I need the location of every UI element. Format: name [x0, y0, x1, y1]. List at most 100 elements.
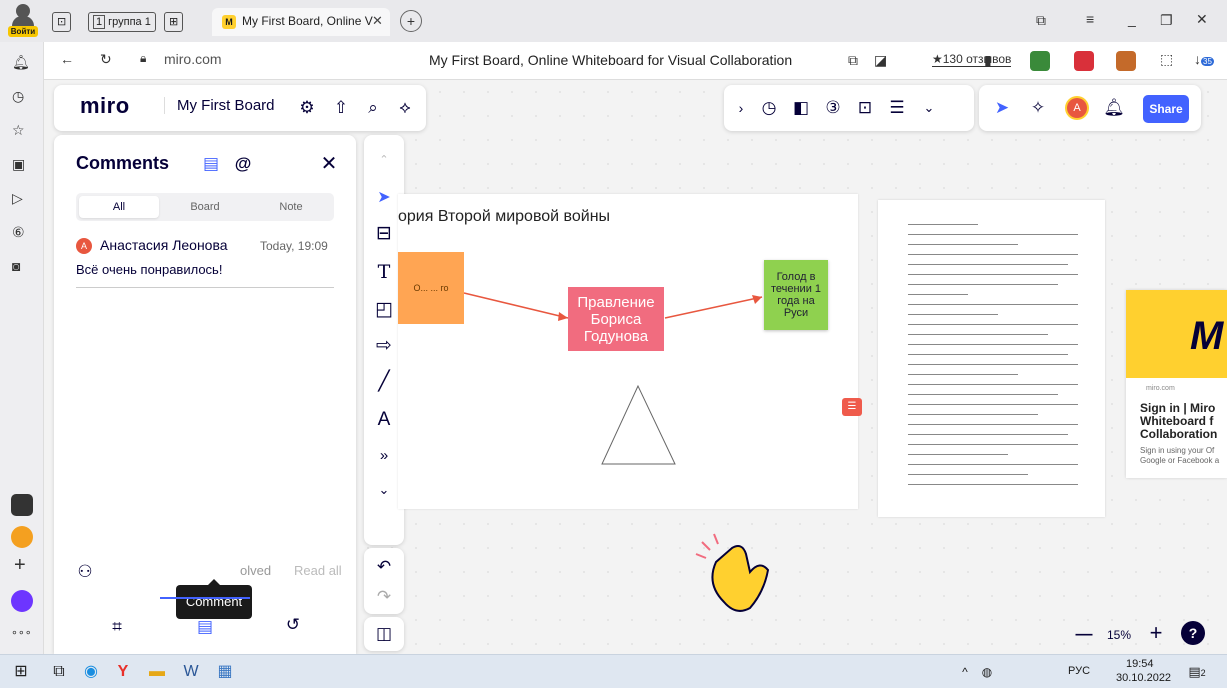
redo-icon[interactable]: ↷	[373, 586, 395, 608]
filter-tab-board[interactable]: Board	[165, 196, 245, 218]
comment-text[interactable]: Всё очень понравилось!	[76, 262, 222, 277]
alice-icon[interactable]	[11, 590, 33, 612]
search-icon[interactable]: ⌕	[362, 97, 384, 119]
bell-icon[interactable]: 🔔︎	[12, 54, 30, 71]
screenshot-icon[interactable]: ◙	[12, 258, 20, 274]
reactions-icon[interactable]: ✧	[1027, 97, 1049, 119]
more-chevron-icon[interactable]: ⌄	[918, 97, 940, 119]
sticky-note-orange[interactable]: О... ... го	[398, 252, 464, 324]
waving-hand-sticker[interactable]	[694, 532, 784, 617]
share-button[interactable]: Share	[1143, 95, 1189, 123]
toolbar-up-icon[interactable]: ⌃	[364, 145, 404, 175]
filter-tab-all[interactable]: All	[79, 196, 159, 218]
board-frame[interactable]: ория Второй мировой войны О... ... го Пр…	[398, 194, 862, 509]
collections-icon[interactable]: ⧉	[1036, 12, 1046, 29]
six-icon[interactable]: ⑥	[12, 224, 25, 241]
start-icon[interactable]: ⊞	[10, 661, 32, 683]
tab-close-icon[interactable]: ✕	[372, 13, 383, 29]
frames-icon[interactable]: ⌗	[106, 616, 128, 638]
zoom-in-button[interactable]: +	[1145, 622, 1167, 644]
resolved-link[interactable]: olved	[240, 563, 271, 578]
sidebar-toggle-icon[interactable]: ◫	[373, 623, 395, 645]
export-icon[interactable]: ⇧	[330, 97, 352, 119]
cursor-icon[interactable]: ➤	[991, 97, 1013, 119]
add-app-icon[interactable]: +	[14, 554, 26, 577]
word-icon[interactable]: W	[180, 661, 202, 683]
downloads-icon[interactable]: ↓ 35	[1194, 51, 1214, 67]
tab-counter-button[interactable]: ⊡	[52, 12, 72, 32]
board-name[interactable]: My First Board	[164, 97, 275, 114]
back-icon[interactable]: ←	[60, 51, 74, 67]
app-icon-2[interactable]	[11, 526, 33, 548]
comment-filter-icon[interactable]: ▤	[200, 153, 222, 175]
tab-group[interactable]: 1 группа 1	[88, 12, 156, 32]
history-tab-icon[interactable]: ↺	[282, 614, 304, 636]
extension-brown-icon[interactable]	[1116, 51, 1136, 71]
file-explorer-icon[interactable]: ▬	[146, 661, 168, 683]
zoom-controls: — 15% + ?	[1069, 617, 1219, 651]
close-panel-icon[interactable]: ✕	[318, 153, 340, 175]
clock-date[interactable]: 30.10.2022	[1116, 672, 1171, 684]
miro-link-preview[interactable]: M miro.com Sign in | Miro Whiteboard f C…	[1126, 290, 1227, 478]
app-icon-1[interactable]	[11, 494, 33, 516]
doc-line	[908, 474, 1028, 475]
voting-icon[interactable]: ③	[822, 97, 844, 119]
task-view-icon[interactable]: ⧉	[48, 661, 70, 683]
zoom-level[interactable]: 15%	[1107, 628, 1131, 642]
collections-sidebar-icon[interactable]: ▣	[12, 156, 25, 173]
bookmarks-icon[interactable]: ☆	[12, 122, 25, 139]
restore-icon[interactable]: ❐	[1160, 12, 1173, 29]
minimize-icon[interactable]: _	[1128, 11, 1136, 27]
reload-icon[interactable]: ↻	[100, 51, 112, 68]
comments-tab-icon[interactable]: ▤	[194, 616, 216, 638]
notification-center-icon[interactable]: ▤2	[1186, 661, 1208, 683]
notes-icon[interactable]: ☰	[886, 97, 908, 119]
extensions-icon[interactable]: ⬚	[1160, 51, 1173, 68]
reviews-link[interactable]: ★130 отзывов	[932, 52, 1012, 67]
comment-settings-icon[interactable]: ⚇	[74, 561, 96, 583]
mention-icon[interactable]: @	[232, 153, 254, 175]
card-icon[interactable]: ◧	[790, 97, 812, 119]
close-window-icon[interactable]: ✕	[1196, 11, 1208, 28]
history-icon[interactable]: ◷	[12, 88, 24, 105]
document-page[interactable]	[878, 200, 1105, 517]
tab-active[interactable]: M My First Board, Online V ✕	[212, 8, 390, 36]
magic-icon[interactable]: ⟡	[394, 97, 416, 119]
edge-icon[interactable]: ◉	[80, 661, 102, 683]
clock-time[interactable]: 19:54	[1126, 658, 1154, 670]
play-icon[interactable]: ▷	[12, 190, 23, 207]
copy-icon[interactable]: ⧉	[848, 52, 858, 69]
miro-logo[interactable]: miro	[80, 93, 130, 119]
read-all-link[interactable]: Read all	[294, 563, 342, 578]
menu-icon[interactable]: ≡	[1086, 11, 1094, 27]
more-icon[interactable]: ∘∘∘	[11, 626, 32, 639]
presentation-icon[interactable]: ⊡	[854, 97, 876, 119]
miro-app[interactable]: miro My First Board ⚙ ⇧ ⌕ ⟡ › ◷ ◧ ③ ⊡ ☰ …	[44, 80, 1227, 654]
user-avatar[interactable]: A	[1067, 98, 1087, 118]
new-tab-button[interactable]: +	[400, 10, 422, 32]
notifications-icon[interactable]: 🔔︎	[1103, 97, 1125, 119]
new-group-icon[interactable]: ⊞	[164, 12, 184, 32]
undo-icon[interactable]: ↶	[373, 556, 395, 578]
extension-red-icon[interactable]	[1074, 51, 1094, 71]
help-button[interactable]: ?	[1181, 621, 1205, 645]
tray-icons[interactable]: ◍ ◨ ◖	[976, 661, 998, 688]
filter-tab-note[interactable]: Note	[251, 196, 331, 218]
extension-green-icon[interactable]	[1030, 51, 1050, 71]
chevron-right-icon[interactable]: ›	[730, 97, 752, 119]
tray-chevron-icon[interactable]: ^	[954, 661, 976, 683]
sticky-note-pink[interactable]: Правление Бориса Годунова	[568, 287, 664, 351]
extension-icon[interactable]: ◪	[874, 52, 887, 69]
paint-icon[interactable]: ▦	[214, 661, 236, 683]
settings-icon[interactable]: ⚙	[296, 97, 318, 119]
zoom-out-button[interactable]: —	[1073, 623, 1095, 645]
language-indicator[interactable]: РУС	[1068, 665, 1090, 677]
yandex-browser-icon[interactable]: Y	[112, 661, 134, 683]
comment-marker-icon[interactable]: ☰	[842, 398, 862, 416]
timer-icon[interactable]: ◷	[758, 97, 780, 119]
doc-line	[908, 244, 1018, 245]
login-button[interactable]: Войти	[8, 4, 38, 38]
bookmark-icon[interactable]: ▮	[984, 52, 992, 69]
address-bar[interactable]: miro.com	[164, 51, 222, 67]
sticky-note-green[interactable]: Голод в течении 1 года на Руси	[764, 260, 828, 330]
